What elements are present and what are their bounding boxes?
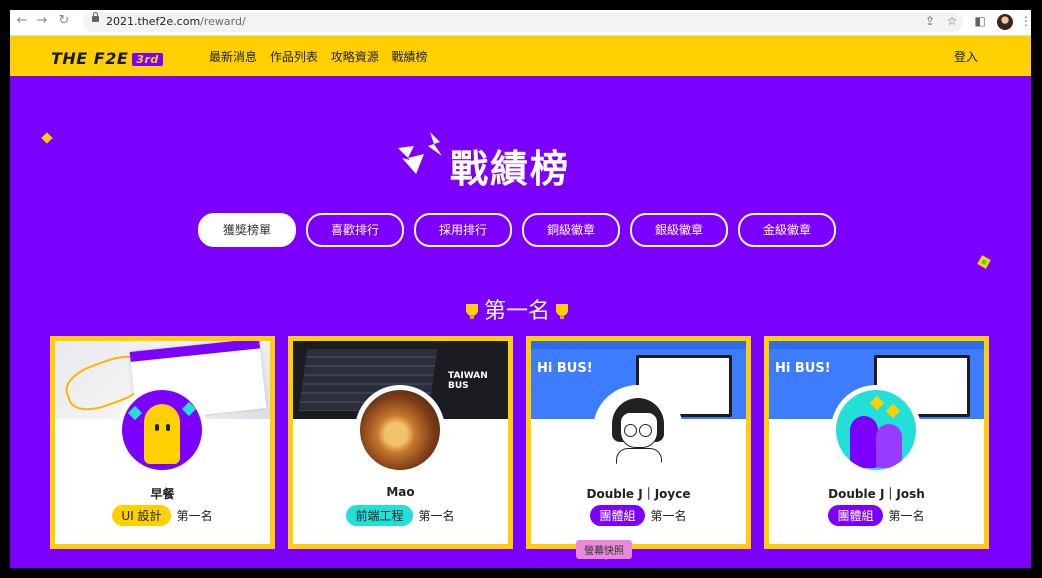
role-badge: 團體組 (590, 505, 645, 526)
role-badge: 團體組 (828, 505, 883, 526)
tab-silver-badge[interactable]: 銀級徽章 (630, 213, 728, 247)
role-badge: UI 設計 (112, 505, 171, 526)
winner-card[interactable]: Hi BUS! Double J｜Josh 團體組 第一名 (764, 336, 989, 549)
winner-card[interactable]: 早餐 UI 設計 第一名 (50, 336, 275, 549)
avatar (117, 385, 207, 475)
site-header: THE F2E 3rd 最新消息 作品列表 攻略資源 戰績榜 登入 (10, 36, 1031, 76)
winner-name: Double J｜Joyce (586, 487, 691, 501)
trophy-icon (556, 304, 569, 319)
tab-adoption[interactable]: 採用排行 (414, 213, 512, 247)
rank-label: 第一名 (888, 509, 925, 523)
trophy-icon (466, 304, 478, 319)
sidebar-icon[interactable]: ◧ (972, 14, 988, 28)
tab-gold-badge[interactable]: 金級徽章 (738, 213, 836, 247)
main-nav: 最新消息 作品列表 攻略資源 戰績榜 (209, 48, 437, 65)
login-link[interactable]: 登入 (954, 48, 978, 65)
confetti-shape (977, 255, 991, 269)
screenshot-tooltip: 螢幕快照 (576, 540, 632, 560)
kebab-menu-icon[interactable]: ⋮ (1018, 14, 1031, 28)
profile-avatar[interactable] (997, 14, 1013, 30)
share-icon[interactable]: ⇪ (922, 14, 938, 28)
tab-awards[interactable]: 獲獎榜單 (198, 213, 296, 247)
rank-heading: 第一名 (460, 293, 574, 325)
lightning-icon (398, 132, 442, 174)
browser-window: ← → ↻ 2021.thef2e.com/reward/ ⇪ ☆ ◧ ⋮ TH… (10, 10, 1031, 568)
bookmark-star-icon[interactable]: ☆ (944, 14, 960, 28)
address-text[interactable]: 2021.thef2e.com/reward/ (106, 15, 246, 28)
rank-label: 第一名 (418, 509, 455, 523)
rank-label: 第一名 (176, 509, 213, 523)
tab-bronze-badge[interactable]: 銅級徽章 (522, 213, 620, 247)
forward-icon[interactable]: → (32, 13, 52, 28)
winner-card[interactable]: TAIWAN BUS Mao 前端工程 第一名 (288, 336, 513, 549)
browser-toolbar: ← → ↻ 2021.thef2e.com/reward/ ⇪ ☆ ◧ ⋮ (10, 10, 1031, 36)
winner-name: Double J｜Josh (828, 487, 925, 501)
site-logo[interactable]: THE F2E 3rd (51, 49, 163, 68)
avatar (831, 385, 921, 475)
winner-name: Mao (386, 485, 415, 499)
winner-name: 早餐 (150, 487, 175, 501)
role-badge: 前端工程 (346, 505, 413, 526)
tab-likes[interactable]: 喜歡排行 (306, 213, 404, 247)
avatar (355, 385, 445, 475)
nav-item-news[interactable]: 最新消息 (209, 50, 257, 64)
avatar (593, 385, 683, 475)
lock-icon (92, 12, 99, 22)
winner-card[interactable]: Hi BUS! Double J｜Joyce 團體組 第一名 (526, 336, 751, 549)
rank-label: 第一名 (650, 509, 687, 523)
nav-item-leaderboard[interactable]: 戰績榜 (392, 50, 428, 64)
reload-icon[interactable]: ↻ (54, 13, 74, 28)
nav-item-resources[interactable]: 攻略資源 (331, 50, 379, 64)
nav-item-works[interactable]: 作品列表 (270, 50, 318, 64)
page-title: 戰績榜 (450, 147, 571, 191)
confetti-shape (41, 132, 53, 144)
back-icon[interactable]: ← (12, 13, 32, 28)
